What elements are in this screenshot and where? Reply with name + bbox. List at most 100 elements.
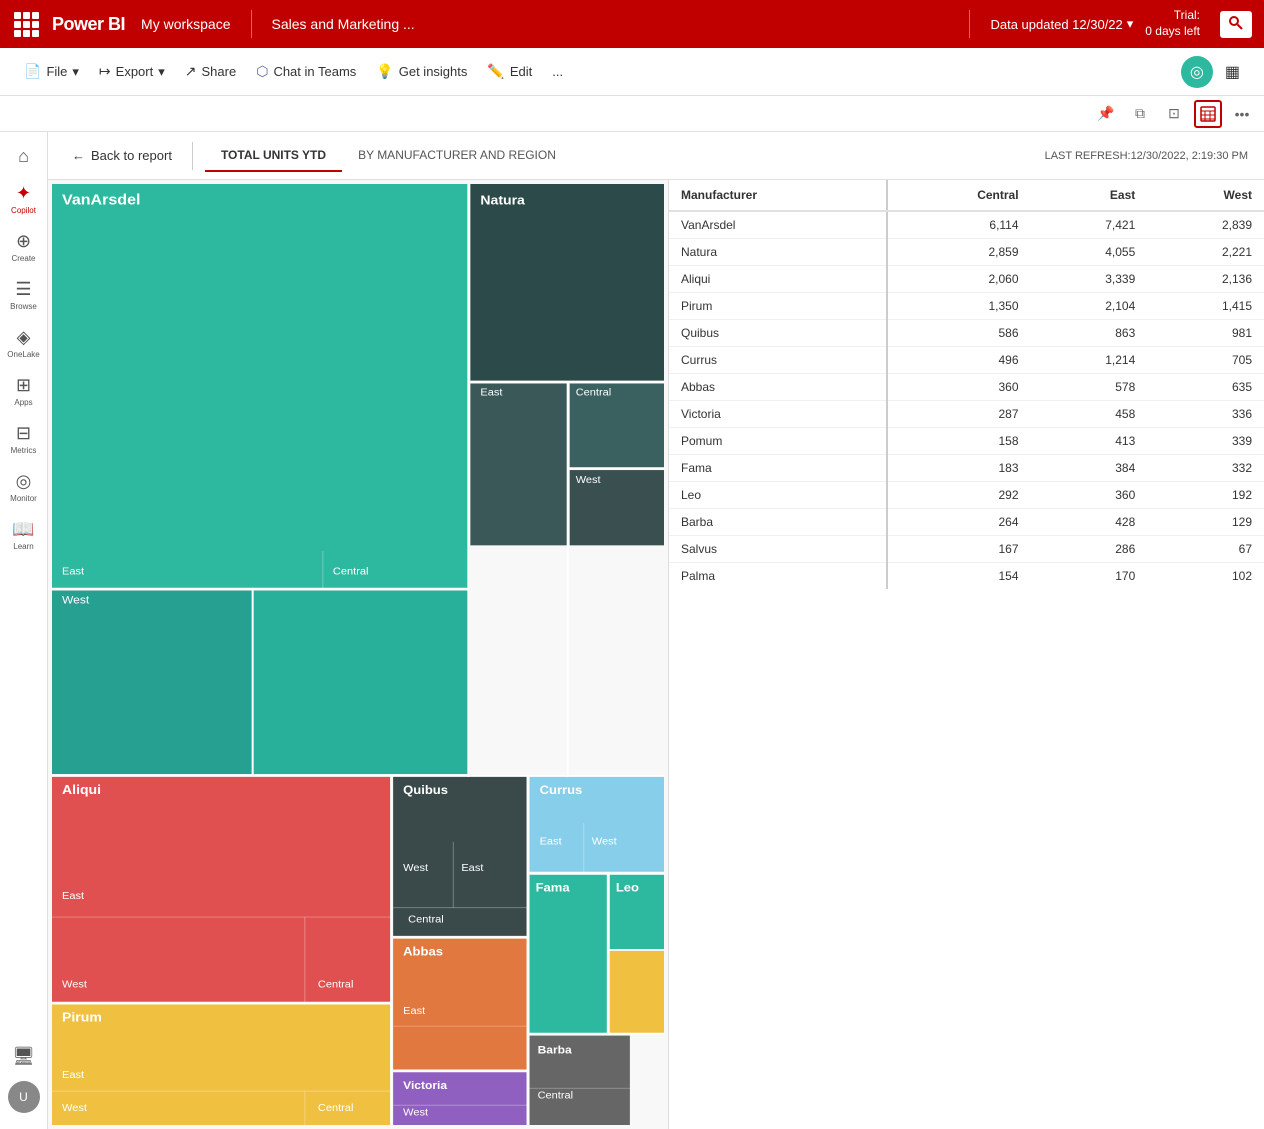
east-cell: 286 [1031,536,1148,563]
data-updated[interactable]: Data updated 12/30/22 ▾ [990,16,1133,32]
manufacturer-cell: Currus [669,347,887,374]
east-cell: 578 [1031,374,1148,401]
sidebar-item-apps[interactable]: ⊞ Apps [2,369,46,413]
svg-text:East: East [480,387,502,399]
svg-text:East: East [540,836,562,848]
duplicate-button[interactable]: ⧉ [1126,100,1154,128]
focus-mode-button[interactable]: ⊡ [1160,100,1188,128]
sidebar-item-browse[interactable]: ☰ Browse [2,273,46,317]
tab-by-manufacturer[interactable]: BY MANUFACTURER AND REGION [342,140,572,172]
more-options-button[interactable]: ... [544,59,571,84]
central-cell: 154 [887,563,1030,590]
pin-button[interactable]: 📌 [1092,100,1120,128]
svg-text:Central: Central [538,1090,574,1102]
data-table: Manufacturer Central East West VanArsdel… [669,180,1264,589]
table-row[interactable]: Salvus16728667 [669,536,1264,563]
west-cell: 981 [1147,320,1264,347]
share-button[interactable]: ↗ Share [177,58,244,85]
more-icon-button[interactable]: ••• [1228,100,1256,128]
svg-text:East: East [403,1005,425,1017]
west-cell: 192 [1147,482,1264,509]
table-row[interactable]: Pomum158413339 [669,428,1264,455]
back-arrow-icon: ← [72,148,85,163]
svg-text:Abbas: Abbas [403,945,443,959]
top-divider [251,10,252,38]
treemap-container[interactable]: VanArsdel East Central Natura East Centr… [48,180,668,1129]
central-cell: 167 [887,536,1030,563]
edit-button[interactable]: ✏️ Edit [479,58,540,85]
sidebar-item-home[interactable]: ⌂ [2,140,46,173]
table-row[interactable]: Barba264428129 [669,509,1264,536]
col-header-east: East [1031,180,1148,211]
sidebar-item-create[interactable]: ⊕ Create [2,225,46,269]
svg-text:East: East [62,1069,84,1081]
west-cell: 2,839 [1147,211,1264,239]
manufacturer-cell: Fama [669,455,887,482]
workspace-name[interactable]: My workspace [141,16,230,32]
table-row[interactable]: Aliqui2,0603,3392,136 [669,266,1264,293]
east-cell: 170 [1031,563,1148,590]
west-cell: 102 [1147,563,1264,590]
manufacturer-cell: VanArsdel [669,211,887,239]
central-cell: 586 [887,320,1030,347]
panel-toggle-button[interactable]: ▦ [1217,57,1248,87]
east-cell: 413 [1031,428,1148,455]
table-row[interactable]: Abbas360578635 [669,374,1264,401]
svg-text:West: West [592,836,617,848]
last-refresh-label: LAST REFRESH:12/30/2022, 2:19:30 PM [1045,150,1248,162]
export-button[interactable]: ↦ Export ▾ [91,58,173,85]
manufacturer-cell: Pirum [669,293,887,320]
table-row[interactable]: Quibus586863981 [669,320,1264,347]
file-button[interactable]: 📄 File ▾ [16,58,87,85]
sidebar-item-metrics[interactable]: ⊟ Metrics [2,417,46,461]
back-to-report-button[interactable]: ← Back to report [64,144,180,167]
sidebar-item-learn[interactable]: 📖 Learn [2,513,46,557]
sidebar-item-device[interactable]: 🖥 [2,1040,46,1073]
manufacturer-cell: Victoria [669,401,887,428]
table-row[interactable]: Leo292360192 [669,482,1264,509]
table-view-button[interactable] [1194,100,1222,128]
table-row[interactable]: Fama183384332 [669,455,1264,482]
sidebar-item-monitor[interactable]: ◎ Monitor [2,465,46,509]
top-divider2 [969,10,970,38]
svg-text:Pirum: Pirum [62,1010,102,1025]
table-row[interactable]: Natura2,8594,0552,221 [669,239,1264,266]
table-row[interactable]: Palma154170102 [669,563,1264,590]
west-cell: 2,136 [1147,266,1264,293]
manufacturer-cell: Abbas [669,374,887,401]
report-title: Sales and Marketing ... [272,16,950,32]
west-cell: 332 [1147,455,1264,482]
east-cell: 2,104 [1031,293,1148,320]
svg-text:West: West [62,594,90,607]
treemap-svg: VanArsdel East Central Natura East Centr… [52,184,664,1125]
search-button[interactable] [1220,11,1252,38]
svg-text:East: East [62,566,84,578]
sidebar-item-onelake[interactable]: ◈ OneLake [2,321,46,365]
user-avatar[interactable]: U [8,1081,40,1113]
table-row[interactable]: Currus4961,214705 [669,347,1264,374]
profile-avatar[interactable]: ◎ [1181,56,1213,88]
svg-text:West: West [62,979,87,991]
table-row[interactable]: VanArsdel6,1147,4212,839 [669,211,1264,239]
svg-text:Central: Central [333,566,369,578]
svg-text:West: West [403,862,428,874]
east-cell: 4,055 [1031,239,1148,266]
icon-row: 📌 ⧉ ⊡ ••• [0,96,1264,132]
table-row[interactable]: Victoria287458336 [669,401,1264,428]
col-header-central: Central [887,180,1030,211]
drillthrough-tabs: TOTAL UNITS YTD BY MANUFACTURER AND REGI… [205,140,572,172]
manufacturer-cell: Quibus [669,320,887,347]
east-cell: 384 [1031,455,1148,482]
table-row[interactable]: Pirum1,3502,1041,415 [669,293,1264,320]
tab-total-units-ytd[interactable]: TOTAL UNITS YTD [205,140,342,172]
get-insights-button[interactable]: 💡 Get insights [368,58,475,85]
chat-in-teams-button[interactable]: ⬡ Chat in Teams [248,58,364,85]
west-cell: 635 [1147,374,1264,401]
grid-menu-button[interactable] [12,10,40,38]
content-area: ← Back to report TOTAL UNITS YTD BY MANU… [48,132,1264,1129]
sidebar-item-copilot[interactable]: ✦ Copilot [2,177,46,221]
app-logo: Power BI [52,14,125,35]
col-header-west: West [1147,180,1264,211]
left-sidebar: ⌂ ✦ Copilot ⊕ Create ☰ Browse ◈ OneLake … [0,132,48,1129]
svg-text:Central: Central [408,914,444,926]
